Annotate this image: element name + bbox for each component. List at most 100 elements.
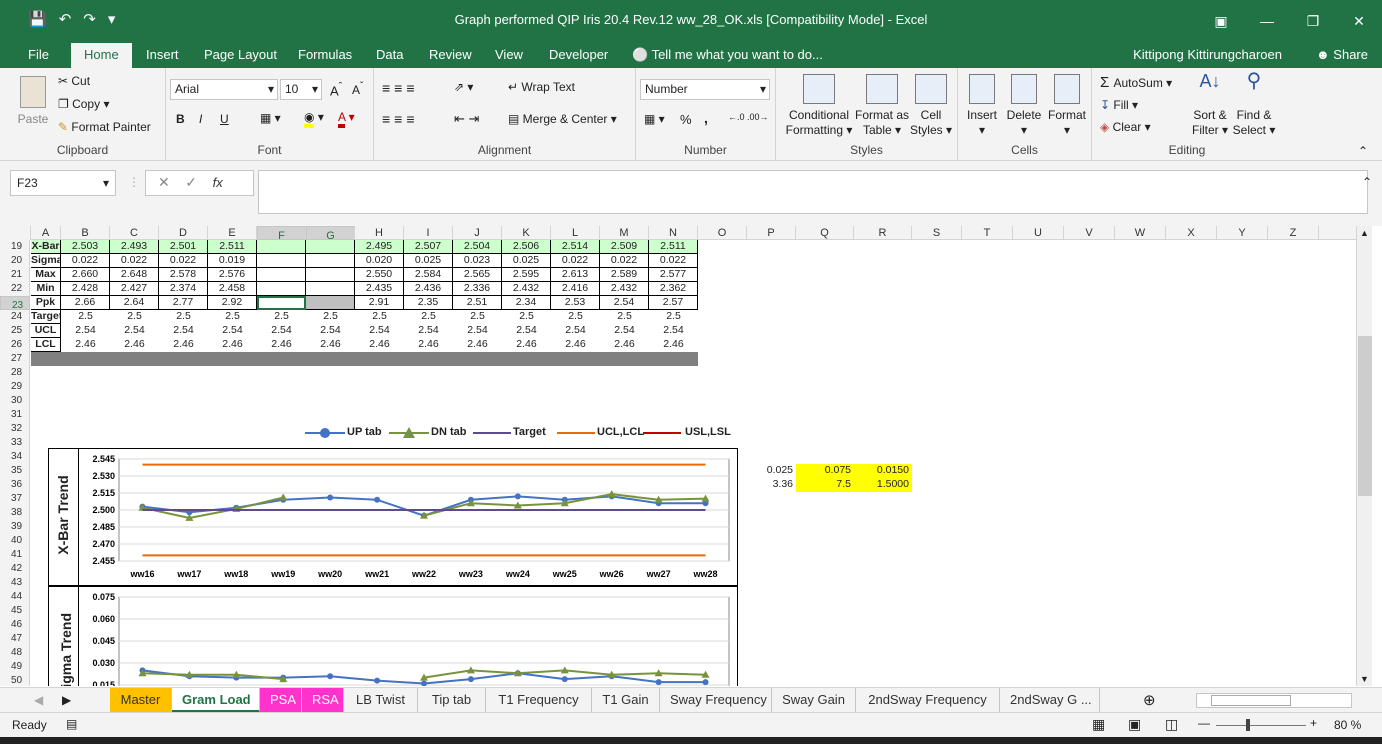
row-label-cell[interactable]: Min	[31, 282, 61, 296]
data-cell[interactable]: 2.46	[208, 338, 257, 352]
data-cell[interactable]: 2.5	[404, 310, 453, 324]
vertical-scrollbar[interactable]: ▲ ▼	[1356, 226, 1372, 686]
row-header[interactable]: 42	[0, 562, 30, 576]
borders-icon[interactable]: ▦ ▾	[260, 111, 281, 125]
tab-insert[interactable]: Insert	[146, 47, 179, 62]
share-button[interactable]: ☻ Share	[1316, 47, 1368, 62]
page-break-view-icon[interactable]: ◫	[1165, 716, 1178, 733]
column-header[interactable]: T	[962, 226, 1013, 240]
sheet-tab[interactable]: RSA	[302, 688, 344, 713]
column-header[interactable]: P	[747, 226, 796, 240]
autosum-button[interactable]: Σ AutoSum ▾	[1100, 74, 1172, 91]
data-cell[interactable]: 0.022	[649, 254, 698, 268]
data-cell[interactable]: 0.022	[159, 254, 208, 268]
data-cell[interactable]: 2.5	[208, 310, 257, 324]
data-cell[interactable]: 2.550	[355, 268, 404, 282]
data-cell[interactable]: 2.35	[404, 296, 453, 310]
tab-formulas[interactable]: Formulas	[298, 47, 352, 62]
data-cell[interactable]: 2.374	[159, 282, 208, 296]
sheet-tab[interactable]: 2ndSway Frequency	[856, 688, 1000, 713]
data-cell[interactable]: 2.436	[404, 282, 453, 296]
data-cell[interactable]: 2.54	[257, 324, 306, 338]
row-header[interactable]: 38	[0, 506, 30, 520]
data-cell[interactable]: 0.025	[502, 254, 551, 268]
tab-file[interactable]: File	[28, 47, 49, 62]
column-header[interactable]: D	[159, 226, 208, 240]
row-header[interactable]: 37	[0, 492, 30, 506]
data-cell[interactable]: 2.54	[502, 324, 551, 338]
data-cell[interactable]: 2.416	[551, 282, 600, 296]
sheet-tab[interactable]: Sway Gain	[772, 688, 856, 713]
decrease-font-icon[interactable]: Aˇ	[352, 81, 363, 97]
column-header[interactable]: H	[355, 226, 404, 240]
user-name[interactable]: Kittipong Kittirungcharoen	[1133, 47, 1282, 62]
zoom-slider[interactable]	[1216, 725, 1306, 726]
row-header[interactable]: 24	[0, 310, 30, 324]
row-label-cell[interactable]: Max	[31, 268, 61, 282]
data-cell[interactable]: 2.53	[551, 296, 600, 310]
format-painter-button[interactable]: ✎ Format Painter	[58, 120, 151, 134]
sheet-tab[interactable]: Tip tab	[418, 688, 486, 713]
row-header[interactable]: 46	[0, 618, 30, 632]
data-cell[interactable]: 2.46	[159, 338, 208, 352]
column-header[interactable]: J	[453, 226, 502, 240]
data-cell[interactable]: 2.54	[649, 324, 698, 338]
data-cell[interactable]: 2.5	[306, 310, 355, 324]
scroll-up-icon[interactable]: ▲	[1360, 228, 1369, 238]
row-header[interactable]: 32	[0, 422, 30, 436]
column-header[interactable]: X	[1166, 226, 1217, 240]
row-header[interactable]: 29	[0, 380, 30, 394]
zoom-slider-thumb[interactable]	[1246, 719, 1250, 731]
tell-me-search[interactable]: ⚪ Tell me what you want to do...	[632, 47, 823, 63]
macro-record-icon[interactable]: ▤	[66, 717, 77, 731]
data-cell[interactable]: 2.46	[110, 338, 159, 352]
row-label-cell[interactable]: UCL	[31, 324, 61, 338]
data-cell[interactable]: 2.5	[355, 310, 404, 324]
data-cell[interactable]: 0.022	[110, 254, 159, 268]
side-value-cell[interactable]: 0.075	[796, 464, 854, 478]
enter-icon[interactable]: ✓	[185, 174, 197, 190]
row-header[interactable]: 23	[0, 296, 30, 311]
data-cell[interactable]: 2.5	[453, 310, 502, 324]
data-cell[interactable]: 2.54	[110, 324, 159, 338]
wrap-text-button[interactable]: ↵ Wrap Text	[508, 80, 575, 94]
data-cell[interactable]: 2.495	[355, 240, 404, 254]
row-header[interactable]: 47	[0, 632, 30, 646]
data-cell[interactable]: 2.432	[600, 282, 649, 296]
row-header[interactable]: 40	[0, 534, 30, 548]
accounting-icon[interactable]: ▦ ▾	[644, 112, 665, 126]
insert-cells-button[interactable]: Insert ▾	[962, 74, 1002, 138]
data-cell[interactable]: 2.46	[649, 338, 698, 352]
cell-styles-button[interactable]: Cell Styles ▾	[908, 74, 954, 138]
indent-icons[interactable]: ⇤ ⇥	[454, 111, 479, 127]
row-header[interactable]: 22	[0, 282, 30, 296]
data-cell[interactable]: 2.46	[306, 338, 355, 352]
prev-sheet-icon[interactable]: ◀	[34, 693, 43, 707]
data-cell[interactable]: 2.428	[61, 282, 110, 296]
ribbon-display-icon[interactable]: ▣	[1198, 0, 1244, 43]
delete-cells-button[interactable]: Delete ▾	[1004, 74, 1044, 138]
data-cell[interactable]: 2.54	[208, 324, 257, 338]
data-cell[interactable]: 2.458	[208, 282, 257, 296]
increase-font-icon[interactable]: Aˆ	[330, 81, 342, 98]
italic-button[interactable]: I	[199, 112, 202, 126]
row-header[interactable]: 43	[0, 576, 30, 590]
select-all-corner[interactable]	[0, 226, 31, 240]
column-header[interactable]: I	[404, 226, 453, 240]
data-cell[interactable]: 2.54	[306, 324, 355, 338]
data-cell[interactable]: 0.022	[551, 254, 600, 268]
row-header[interactable]: 45	[0, 604, 30, 618]
data-cell[interactable]: 2.46	[551, 338, 600, 352]
row-label-cell[interactable]: Sigma	[31, 254, 61, 268]
row-header[interactable]: 28	[0, 366, 30, 380]
tab-page-layout[interactable]: Page Layout	[204, 47, 277, 62]
row-header[interactable]: 50	[0, 674, 30, 686]
format-cells-button[interactable]: Format ▾	[1046, 74, 1088, 138]
data-cell[interactable]: 2.511	[649, 240, 698, 254]
data-cell[interactable]: 2.46	[600, 338, 649, 352]
insert-function-button[interactable]: fx	[213, 175, 223, 190]
sheet-tab[interactable]: T1 Frequency	[486, 688, 592, 713]
sheet-tab[interactable]: Gram Load	[172, 688, 260, 713]
zoom-in-icon[interactable]: +	[1310, 716, 1317, 730]
data-cell[interactable]: 2.432	[502, 282, 551, 296]
